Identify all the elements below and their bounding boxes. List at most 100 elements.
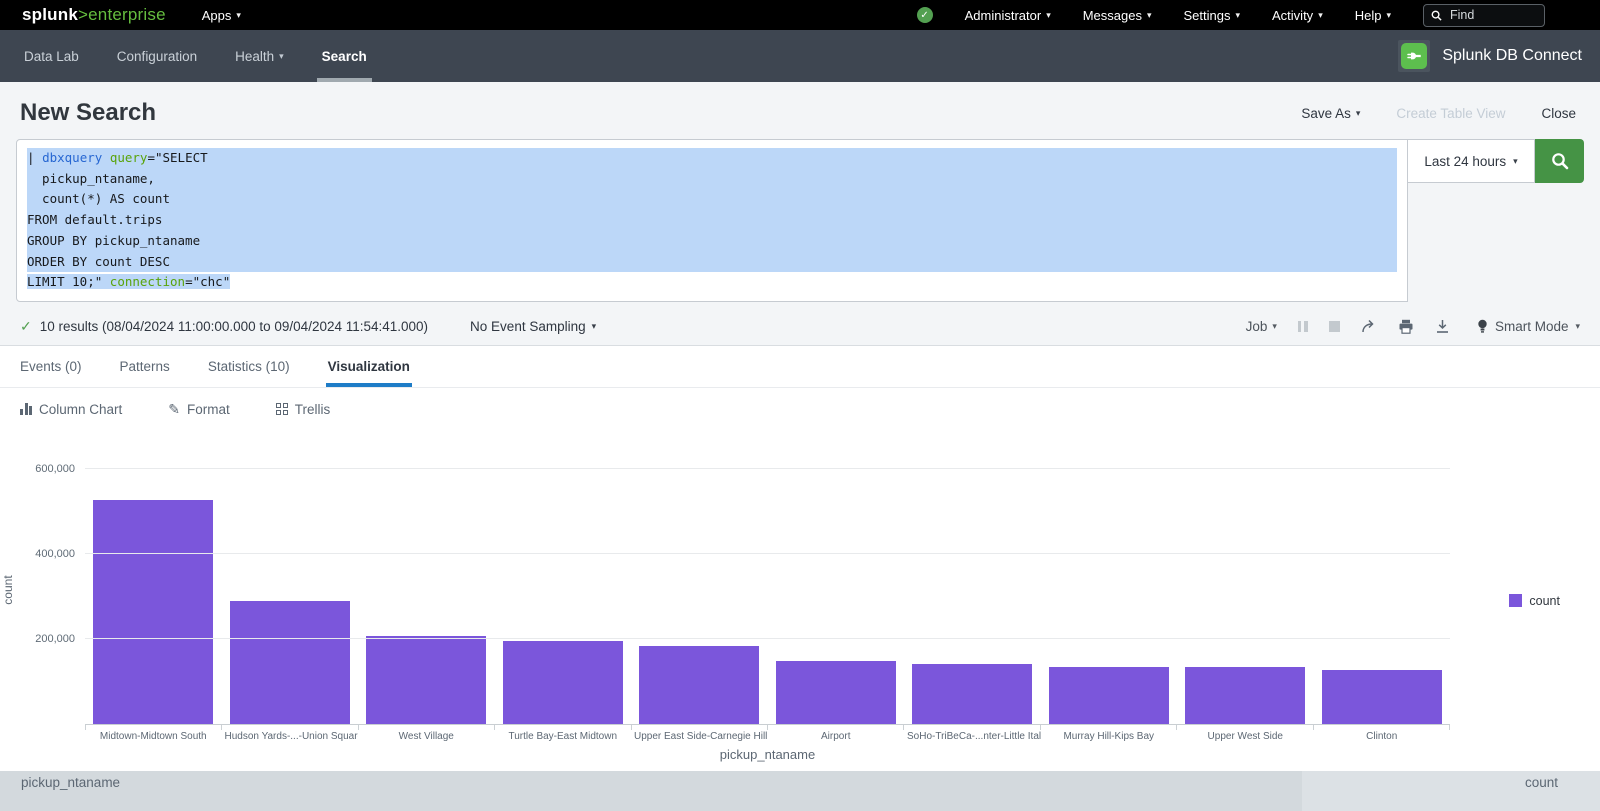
nav-label: Health xyxy=(235,49,274,64)
trellis-label: Trellis xyxy=(295,402,331,417)
query-token: query xyxy=(110,150,148,165)
db-connect-icon-frame xyxy=(1398,40,1430,72)
chevron-down-icon: ▾ xyxy=(1046,10,1051,21)
job-label: Job xyxy=(1246,319,1268,334)
event-sampling-menu[interactable]: No Event Sampling ▾ xyxy=(470,319,596,334)
close-button[interactable]: Close xyxy=(1541,106,1576,121)
chart-plot-area: 200,000400,000600,000 xyxy=(85,454,1450,725)
query-line: FROM default.trips xyxy=(27,210,1397,231)
search-query-input[interactable]: | dbxquery query="SELECT pickup_ntaname,… xyxy=(16,139,1408,302)
create-table-view-button: Create Table View xyxy=(1396,106,1505,121)
tab-patterns[interactable]: Patterns xyxy=(120,346,170,387)
trellis-button[interactable]: Trellis xyxy=(276,402,331,417)
tab-label: Statistics (10) xyxy=(208,359,290,374)
chevron-down-icon: ▾ xyxy=(236,10,241,21)
chevron-down-icon: ▾ xyxy=(1513,156,1518,167)
help-label: Help xyxy=(1355,8,1382,23)
find-search-box[interactable] xyxy=(1423,4,1545,27)
find-input[interactable] xyxy=(1448,7,1528,23)
stop-icon[interactable] xyxy=(1329,321,1340,332)
x-axis-title: pickup_ntaname xyxy=(85,747,1450,762)
pencil-icon: ✎ xyxy=(168,401,180,418)
search-icon xyxy=(1431,10,1442,21)
chart-legend[interactable]: count xyxy=(1509,594,1560,608)
activity-menu[interactable]: Activity ▾ xyxy=(1272,8,1323,23)
tab-label: Visualization xyxy=(328,359,410,374)
help-menu[interactable]: Help ▾ xyxy=(1355,8,1391,23)
chart-bar[interactable] xyxy=(503,641,623,724)
chevron-down-icon: ▾ xyxy=(279,51,284,62)
trellis-icon xyxy=(276,403,288,415)
table-column-pickup-ntaname[interactable]: pickup_ntaname xyxy=(0,771,1302,811)
query-line: pickup_ntaname, xyxy=(27,169,1397,190)
logo-gt: > xyxy=(78,5,88,24)
settings-menu[interactable]: Settings ▾ xyxy=(1184,8,1241,23)
x-axis-label: Upper West Side xyxy=(1177,730,1314,742)
query-token: ="SELECT xyxy=(147,150,207,165)
run-search-button[interactable] xyxy=(1535,139,1584,183)
x-axis-label: Airport xyxy=(768,730,905,742)
pause-icon[interactable] xyxy=(1298,321,1308,332)
user-menu[interactable]: Administrator ▾ xyxy=(965,8,1051,23)
nav-item-search[interactable]: Search xyxy=(303,30,386,82)
splunk-logo: splunk>enterprise xyxy=(22,5,166,25)
query-token: dbxquery xyxy=(42,150,102,165)
messages-menu[interactable]: Messages ▾ xyxy=(1083,8,1152,23)
health-status-icon[interactable]: ✓ xyxy=(917,7,933,23)
save-as-label: Save As xyxy=(1301,106,1351,121)
table-column-count[interactable]: count xyxy=(1302,771,1600,811)
chart-bar[interactable] xyxy=(776,661,896,724)
bar-slot xyxy=(1177,667,1314,724)
export-icon[interactable] xyxy=(1435,319,1450,334)
chevron-down-icon: ▾ xyxy=(1235,10,1240,21)
bar-slot xyxy=(222,601,359,724)
messages-label: Messages xyxy=(1083,8,1142,23)
chart-bar[interactable] xyxy=(1322,670,1442,724)
query-token: ORDER BY count DESC xyxy=(27,254,170,269)
time-range-picker[interactable]: Last 24 hours ▾ xyxy=(1408,139,1535,183)
chevron-down-icon: ▾ xyxy=(1318,10,1323,21)
nav-item-configuration[interactable]: Configuration xyxy=(98,30,216,82)
save-as-button[interactable]: Save As ▾ xyxy=(1301,106,1360,121)
search-bar: | dbxquery query="SELECT pickup_ntaname,… xyxy=(0,137,1600,308)
chart-type-button[interactable]: Column Chart xyxy=(20,402,122,417)
chart-bar[interactable] xyxy=(1185,667,1305,724)
nav-item-health[interactable]: Health ▾ xyxy=(216,30,303,82)
settings-label: Settings xyxy=(1184,8,1231,23)
legend-label: count xyxy=(1529,594,1560,608)
job-menu[interactable]: Job ▾ xyxy=(1246,319,1277,334)
sampling-label: No Event Sampling xyxy=(470,319,586,334)
plug-icon xyxy=(1401,43,1427,69)
chart-bar[interactable] xyxy=(912,664,1032,724)
nav-item-data-lab[interactable]: Data Lab xyxy=(5,30,98,82)
tab-events[interactable]: Events (0) xyxy=(20,346,82,387)
search-mode-menu[interactable]: Smart Mode ▾ xyxy=(1477,319,1580,334)
y-axis-tick-label: 600,000 xyxy=(35,463,75,475)
apps-menu[interactable]: Apps ▾ xyxy=(202,8,241,23)
chevron-down-icon: ▾ xyxy=(1386,10,1391,21)
page-title: New Search xyxy=(20,99,156,127)
query-line: LIMIT 10;" connection="chc" xyxy=(27,272,1397,293)
share-icon[interactable] xyxy=(1361,319,1377,334)
format-label: Format xyxy=(187,402,230,417)
gridline xyxy=(85,468,1450,469)
y-axis-tick-label: 200,000 xyxy=(35,633,75,645)
chart-bar[interactable] xyxy=(230,601,350,724)
app-nav-bar: Data Lab Configuration Health ▾ Search S… xyxy=(0,30,1600,82)
bar-slot xyxy=(85,500,222,724)
query-token: GROUP BY pickup_ntaname xyxy=(27,233,200,248)
chevron-down-icon: ▾ xyxy=(1147,10,1152,21)
y-axis-title: count xyxy=(1,540,15,640)
chart-bar[interactable] xyxy=(1049,667,1169,724)
chart-bar[interactable] xyxy=(366,636,486,724)
tab-visualization[interactable]: Visualization xyxy=(328,346,410,387)
page-header: New Search Save As ▾ Create Table View C… xyxy=(0,82,1600,137)
x-axis-label: Midtown-Midtown South xyxy=(85,730,222,742)
chart-bar[interactable] xyxy=(639,646,759,724)
print-icon[interactable] xyxy=(1398,319,1414,334)
chart-bar[interactable] xyxy=(93,500,213,724)
results-tabs: Events (0) Patterns Statistics (10) Visu… xyxy=(0,346,1600,388)
format-button[interactable]: ✎ Format xyxy=(168,401,230,418)
tab-statistics[interactable]: Statistics (10) xyxy=(208,346,290,387)
query-line: | dbxquery query="SELECT xyxy=(27,148,1397,169)
